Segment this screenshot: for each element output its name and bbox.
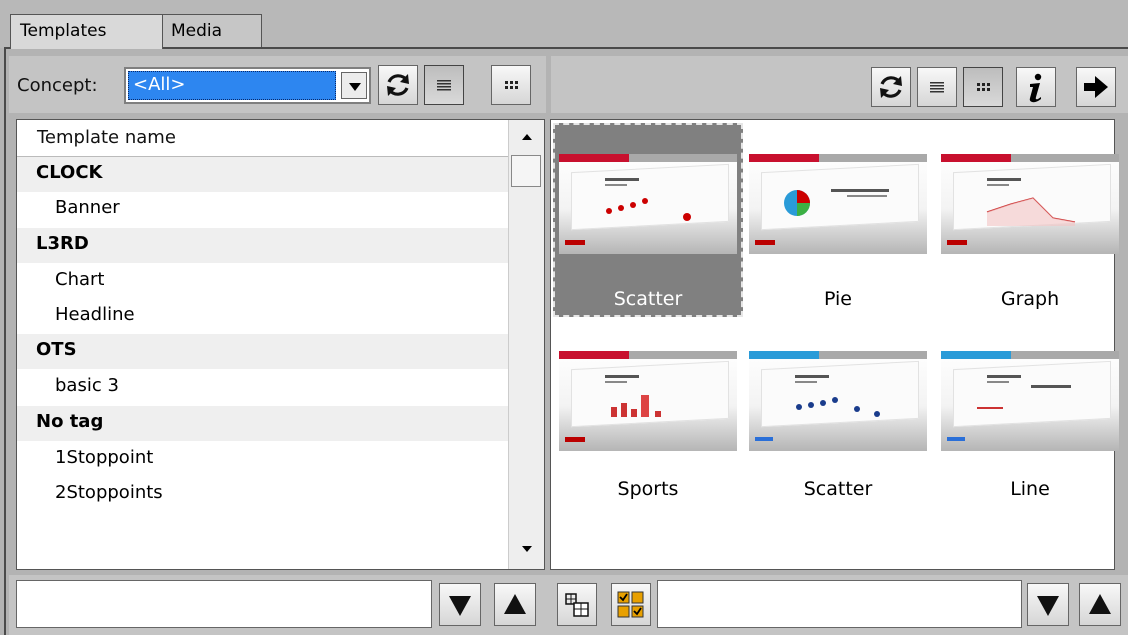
scroll-down-icon[interactable]	[522, 546, 532, 552]
thumbnail-tile[interactable]: Scatter	[553, 123, 743, 317]
list-group-row[interactable]: OTS	[17, 334, 508, 369]
list-view-button[interactable]	[424, 65, 464, 105]
template-preview-image	[749, 154, 927, 254]
thumbnail-tile[interactable]: Graph	[935, 123, 1125, 317]
thumbnail-size-icon	[565, 592, 589, 617]
tab-templates[interactable]: Templates	[10, 14, 163, 49]
list-group-row[interactable]: L3RD	[17, 228, 508, 263]
grid-view-icon	[505, 81, 518, 89]
left-search-field[interactable]	[16, 580, 432, 628]
thumbnail-size-button[interactable]	[557, 583, 597, 626]
arrow-down-icon	[1037, 596, 1059, 616]
refresh-icon	[387, 74, 409, 96]
template-preview-image	[941, 154, 1119, 254]
move-up-button[interactable]	[494, 583, 536, 626]
list-view-icon	[930, 82, 944, 93]
grid-view-button[interactable]	[491, 65, 531, 105]
thumbnail-caption: Scatter	[613, 288, 683, 310]
tab-media[interactable]: Media	[162, 14, 262, 48]
concept-dropdown[interactable]: <All>	[124, 67, 371, 104]
list-view-button-right[interactable]	[917, 67, 957, 107]
info-button[interactable]	[1016, 67, 1056, 107]
move-down-button[interactable]	[439, 583, 481, 626]
move-up-button-right[interactable]	[1079, 583, 1121, 626]
list-item[interactable]: Chart	[17, 264, 508, 299]
list-item[interactable]: Headline	[17, 299, 508, 334]
list-item[interactable]: 2Stoppoints	[17, 477, 508, 512]
template-list: Template name CLOCK Banner L3RD Chart He…	[16, 119, 545, 570]
concept-label: Concept:	[17, 75, 98, 96]
list-group-row[interactable]: CLOCK	[17, 157, 508, 192]
template-preview-image	[941, 351, 1119, 451]
list-item[interactable]: Banner	[17, 192, 508, 227]
arrow-down-icon	[449, 596, 471, 616]
thumbnail-tile[interactable]: Line	[935, 320, 1125, 514]
info-icon	[1029, 73, 1042, 103]
scroll-up-icon[interactable]	[522, 134, 532, 140]
refresh-icon	[880, 76, 902, 98]
thumbnail-caption: Line	[1010, 478, 1050, 500]
chevron-down-icon[interactable]	[341, 72, 367, 99]
thumbnail-tile[interactable]: Sports	[553, 320, 743, 514]
template-preview-image	[749, 351, 927, 451]
thumbnail-caption: Pie	[823, 288, 852, 310]
thumbnail-tile[interactable]: Scatter	[743, 320, 933, 514]
tab-strip: Templates Media	[0, 0, 1128, 49]
arrow-up-icon	[504, 594, 526, 614]
grid-view-icon	[977, 83, 990, 91]
grid-view-button-right[interactable]	[963, 67, 1003, 107]
list-item[interactable]: basic 3	[17, 370, 508, 405]
arrow-up-icon	[1089, 594, 1111, 614]
vertical-scrollbar[interactable]	[508, 120, 544, 569]
thumbnail-caption: Graph	[1000, 288, 1060, 310]
thumbnail-caption: Scatter	[803, 478, 873, 500]
column-header-template-name[interactable]: Template name	[17, 120, 508, 157]
right-search-field[interactable]	[657, 580, 1022, 628]
template-thumbnail-grid: Scatter Pie Graph Sports Scatter Line	[550, 119, 1119, 570]
refresh-button-right[interactable]	[871, 67, 911, 107]
checklist-icon	[617, 591, 644, 617]
thumbnail-tile[interactable]: Pie	[743, 123, 933, 317]
forward-button[interactable]	[1076, 67, 1116, 107]
list-view-icon	[437, 80, 451, 91]
concept-selected-value: <All>	[128, 71, 336, 100]
template-preview-image	[559, 351, 737, 451]
move-down-button-right[interactable]	[1027, 583, 1069, 626]
refresh-button[interactable]	[378, 65, 418, 105]
thumbnail-caption: Sports	[617, 478, 679, 500]
select-all-button[interactable]	[611, 583, 651, 626]
scrollbar-thumb[interactable]	[511, 155, 541, 187]
template-preview-image	[559, 154, 737, 254]
list-group-row[interactable]: No tag	[17, 406, 508, 441]
list-item[interactable]: 1Stoppoint	[17, 442, 508, 477]
arrow-right-icon	[1084, 76, 1108, 98]
